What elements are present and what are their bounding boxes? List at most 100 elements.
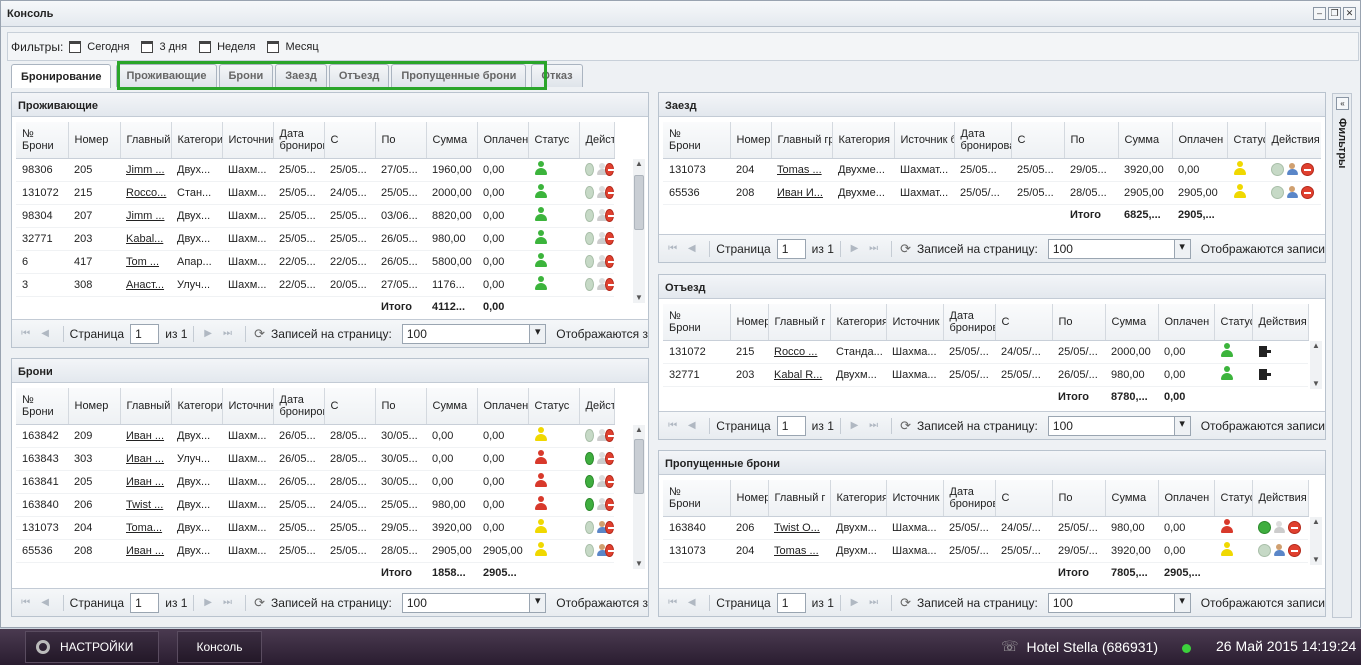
column-header[interactable]: № Брони: [663, 304, 731, 341]
scroll-down-icon[interactable]: ▼: [633, 293, 645, 303]
approve-icon[interactable]: [585, 498, 594, 511]
column-header[interactable]: Источник б: [894, 122, 955, 159]
main-guest-cell[interactable]: Иван ...: [120, 447, 171, 471]
prev-page-icon[interactable]: ◀: [37, 595, 52, 611]
guest-icon[interactable]: [596, 232, 608, 245]
column-header[interactable]: Статус: [1214, 304, 1253, 341]
scroll-up-icon[interactable]: ▲: [1310, 341, 1322, 351]
page-input[interactable]: 1: [130, 592, 160, 613]
vertical-scrollbar[interactable]: ▲ ▼: [633, 425, 645, 569]
main-guest-cell[interactable]: Jimm ...: [120, 204, 171, 228]
page-input[interactable]: 1: [776, 238, 806, 259]
hotel-info[interactable]: ☏ Hotel Stella (686931): [1001, 638, 1158, 655]
scroll-down-icon[interactable]: ▼: [633, 559, 645, 569]
next-page-icon[interactable]: ▶: [847, 595, 862, 611]
last-page-icon[interactable]: ⏭: [220, 595, 235, 611]
approve-icon[interactable]: [585, 163, 594, 176]
vertical-scrollbar[interactable]: ▲ ▼: [1310, 517, 1322, 565]
guest-icon[interactable]: [596, 209, 608, 222]
checkout-icon[interactable]: [1258, 368, 1271, 381]
approve-icon[interactable]: [585, 452, 594, 465]
approve-icon[interactable]: [585, 255, 594, 268]
column-header[interactable]: Оплачен: [1172, 122, 1228, 159]
first-page-icon[interactable]: ⏮: [665, 241, 680, 257]
main-guest-cell[interactable]: Иван ...: [120, 424, 171, 448]
main-guest-cell[interactable]: Kabal...: [120, 227, 171, 251]
column-header[interactable]: Номер: [68, 388, 121, 425]
table-row[interactable]: 3 308 Анаст... Улуч... Шахм... 22/05... 20/05.…: [16, 273, 614, 297]
collapse-icon[interactable]: «: [1336, 97, 1349, 110]
first-page-icon[interactable]: ⏮: [665, 595, 680, 611]
approve-icon[interactable]: [585, 429, 594, 442]
filter-3days-button[interactable]: 3 дня: [141, 40, 187, 53]
column-header[interactable]: С: [324, 388, 376, 425]
column-header[interactable]: Главный г: [768, 480, 831, 517]
filters-sidebar[interactable]: « Фильтры: [1332, 93, 1352, 618]
prev-page-icon[interactable]: ◀: [684, 418, 699, 434]
guest-icon[interactable]: [596, 521, 608, 534]
next-page-icon[interactable]: ▶: [200, 595, 215, 611]
column-header[interactable]: Сумма: [1105, 304, 1159, 341]
column-header[interactable]: Источник: [222, 388, 274, 425]
approve-icon[interactable]: [1258, 544, 1271, 557]
page-input[interactable]: 1: [130, 323, 160, 344]
approve-icon[interactable]: [585, 186, 594, 199]
column-header[interactable]: Дата брониров: [273, 388, 325, 425]
prev-page-icon[interactable]: ◀: [684, 241, 699, 257]
per-page-select[interactable]: 100: [1047, 238, 1191, 259]
column-header[interactable]: Номер: [68, 122, 121, 159]
approve-icon[interactable]: [585, 544, 594, 557]
scroll-thumb[interactable]: [634, 439, 644, 494]
refresh-icon[interactable]: ⟳: [254, 595, 265, 611]
table-row[interactable]: 131072 215 Rocco... Стан... Шахм... 25/05... 2…: [16, 181, 614, 205]
column-header[interactable]: По: [1064, 122, 1119, 159]
column-header[interactable]: Категори: [171, 122, 223, 159]
main-guest-cell[interactable]: Rocco...: [120, 181, 171, 205]
cancel-icon[interactable]: [605, 209, 614, 222]
cancel-icon[interactable]: [1301, 163, 1314, 176]
column-header[interactable]: Дата брониров: [943, 304, 996, 341]
refresh-icon[interactable]: ⟳: [900, 241, 911, 257]
column-header[interactable]: Номер: [730, 122, 772, 159]
scroll-down-icon[interactable]: ▼: [1310, 379, 1322, 389]
guest-icon[interactable]: [596, 544, 608, 557]
column-header[interactable]: Оплачен: [477, 122, 529, 159]
next-page-icon[interactable]: ▶: [847, 418, 862, 434]
scroll-thumb[interactable]: [634, 175, 644, 230]
column-header[interactable]: По: [1052, 304, 1106, 341]
per-page-select[interactable]: 100: [401, 323, 547, 344]
column-header[interactable]: Оплачен: [1158, 480, 1215, 517]
approve-icon[interactable]: [585, 232, 594, 245]
column-header[interactable]: Номер: [730, 304, 769, 341]
table-row[interactable]: 131073 204 Toma... Двух... Шахм... 25/05... 25…: [16, 516, 614, 540]
minimize-icon[interactable]: –: [1313, 7, 1326, 20]
column-header[interactable]: Сумма: [1118, 122, 1173, 159]
approve-icon[interactable]: [585, 521, 594, 534]
cancel-icon[interactable]: [1288, 544, 1301, 557]
table-row[interactable]: 131072 215 Rocco ... Станда... Шахма... 25/05…: [663, 340, 1308, 364]
main-guest-cell[interactable]: Rocco ...: [768, 340, 830, 364]
guest-icon[interactable]: [1286, 163, 1299, 176]
main-guest-cell[interactable]: Jimm ...: [120, 158, 171, 182]
column-header[interactable]: Дата брониров: [273, 122, 325, 159]
column-header[interactable]: С: [324, 122, 376, 159]
table-row[interactable]: 32771 203 Kabal R... Двухм... Шахма... 25/05/…: [663, 363, 1308, 387]
cancel-icon[interactable]: [1288, 521, 1301, 534]
guest-icon[interactable]: [596, 278, 608, 291]
next-page-icon[interactable]: ▶: [847, 241, 862, 257]
column-header[interactable]: Главный: [120, 388, 172, 425]
column-header[interactable]: Номер: [730, 480, 769, 517]
column-header[interactable]: Источник (: [886, 480, 944, 517]
table-row[interactable]: 131073 204 Tomas ... Двухме... Шахмат... 25/0…: [663, 158, 1321, 182]
table-row[interactable]: 6 417 Tom ... Апар... Шахм... 22/05... 22/05..…: [16, 250, 614, 274]
page-input[interactable]: 1: [776, 415, 806, 436]
cancel-icon[interactable]: [605, 521, 614, 534]
column-header[interactable]: Сумма: [426, 388, 478, 425]
main-guest-cell[interactable]: Анаст...: [120, 273, 171, 297]
column-header[interactable]: Действия: [579, 122, 615, 159]
table-row[interactable]: 65536 208 Иван ... Двух... Шахм... 25/05... 25…: [16, 539, 614, 563]
cancel-icon[interactable]: [605, 232, 614, 245]
column-header[interactable]: Статус: [1214, 480, 1253, 517]
per-page-select[interactable]: 100: [401, 592, 547, 613]
refresh-icon[interactable]: ⟳: [900, 595, 911, 611]
